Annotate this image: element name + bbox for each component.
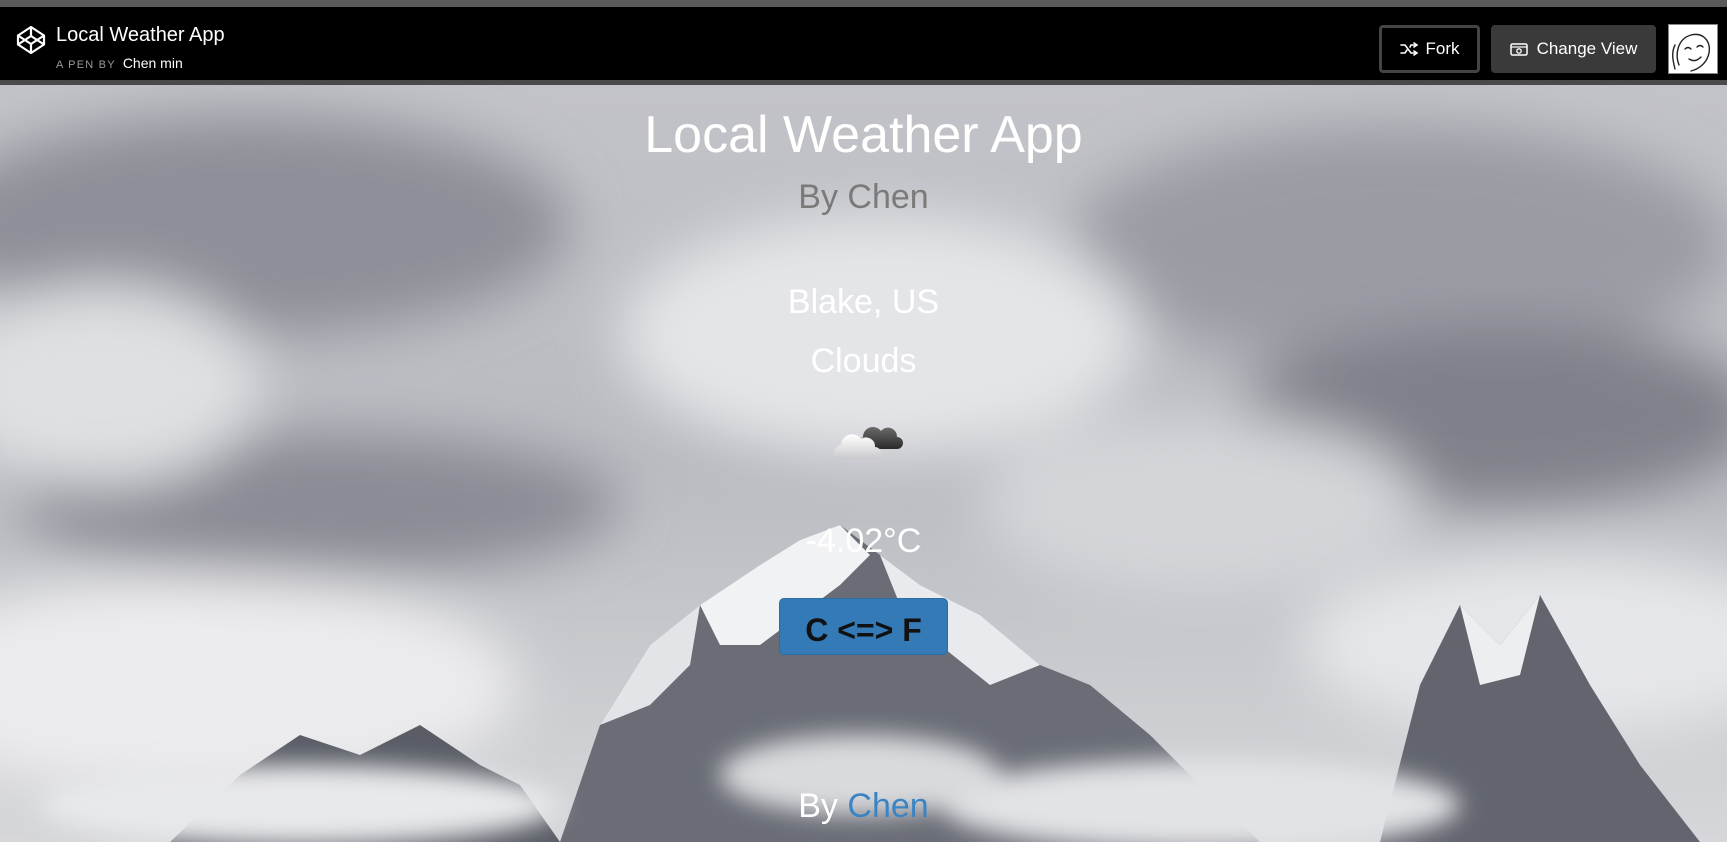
eye-icon (1509, 43, 1528, 56)
app-title: Local Weather App (644, 106, 1083, 164)
weather-condition: Clouds (810, 342, 917, 380)
change-view-label: Change View (1536, 39, 1638, 58)
pen-byline: A PEN BY Chen min (56, 55, 183, 71)
codepen-logo-icon[interactable] (16, 25, 46, 55)
pen-by-label: A PEN BY (56, 59, 116, 71)
change-view-button[interactable]: Change View (1491, 25, 1656, 73)
location-text: Blake, US (787, 283, 940, 321)
fork-label: Fork (1425, 39, 1460, 58)
footer-author-link[interactable]: Chen (847, 787, 928, 825)
weather-app: Local Weather App By Chen Blake, US Clou… (0, 85, 1727, 842)
footer-by-label: By (798, 787, 838, 825)
codepen-header: Local Weather App A PEN BY Chen min Fork… (0, 7, 1727, 80)
avatar[interactable] (1668, 24, 1718, 74)
pen-author-link[interactable]: Chen min (123, 55, 183, 71)
app-subtitle: By Chen (798, 178, 929, 216)
unit-toggle-button[interactable]: C <=> F (779, 598, 948, 655)
cloud-icon (833, 427, 903, 459)
avatar-sketch-icon (1672, 33, 1710, 72)
pen-title: Local Weather App (56, 24, 225, 46)
fork-button[interactable]: Fork (1379, 25, 1480, 73)
footer: By Chen (0, 787, 1727, 826)
top-strip (0, 0, 1727, 7)
temperature-value: -4.02°C (805, 522, 922, 560)
fork-icon (1399, 42, 1418, 56)
